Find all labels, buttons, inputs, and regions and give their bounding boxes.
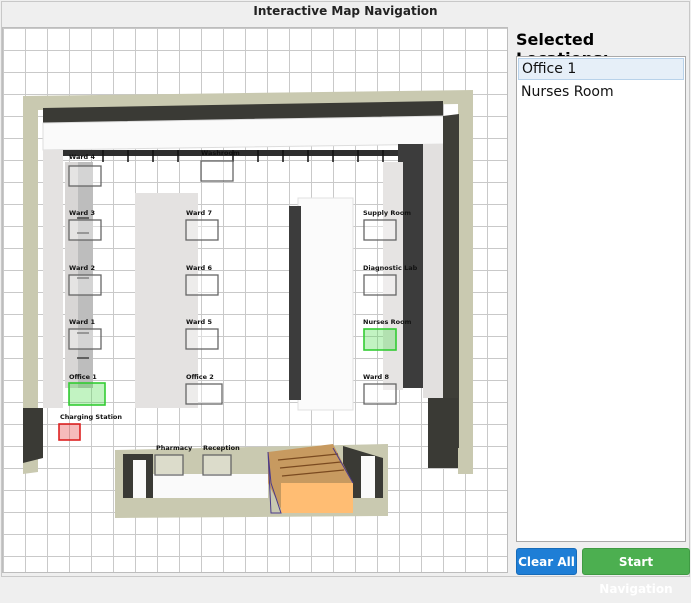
label-supply-room[interactable]: Supply Room [363, 209, 411, 217]
right-wall-dark [443, 114, 459, 448]
list-item[interactable]: Office 1 [518, 58, 684, 80]
label-ward8[interactable]: Ward 8 [363, 373, 389, 381]
left-wall-dark [23, 408, 43, 463]
map-canvas[interactable]: Ward 4 Washroom Ward 3 Ward 7 Supply Roo… [2, 27, 508, 573]
label-reception[interactable]: Reception [203, 444, 240, 452]
room-box-ward4[interactable] [68, 165, 102, 187]
window-title: Interactive Map Navigation [247, 4, 444, 18]
label-charging-station[interactable]: Charging Station [60, 413, 122, 421]
room-box-ward2[interactable] [68, 274, 102, 296]
list-item[interactable]: Nurses Room [517, 81, 685, 103]
label-office1[interactable]: Office 1 [69, 373, 97, 381]
room-box-reception[interactable] [202, 454, 232, 476]
label-ward5[interactable]: Ward 5 [186, 318, 212, 326]
label-ward4[interactable]: Ward 4 [69, 153, 95, 161]
room-box-pharmacy[interactable] [154, 454, 184, 476]
bottom-left-door [133, 460, 146, 498]
label-office2[interactable]: Office 2 [186, 373, 214, 381]
label-ward7[interactable]: Ward 7 [186, 209, 212, 217]
left-corridor [43, 150, 63, 408]
label-ward2[interactable]: Ward 2 [69, 264, 95, 272]
center-right-wall [289, 206, 301, 400]
room-box-washroom[interactable] [200, 160, 234, 182]
label-nurses-room[interactable]: Nurses Room [363, 318, 412, 326]
label-diagnostic-lab[interactable]: Diagnostic Lab [363, 264, 418, 272]
clear-all-button[interactable]: Clear All [516, 548, 577, 575]
center-right-block [297, 197, 354, 411]
right-corridor [423, 144, 443, 398]
label-ward6[interactable]: Ward 6 [186, 264, 212, 272]
stairs-front [281, 483, 353, 513]
room-box-diagnostic-lab[interactable] [363, 274, 397, 296]
selected-locations-list[interactable]: Office 1 Nurses Room [516, 56, 686, 542]
label-ward3[interactable]: Ward 3 [69, 209, 95, 217]
start-navigation-button[interactable]: Start Navigation [582, 548, 690, 596]
room-box-charging-station[interactable] [58, 423, 81, 441]
right-bottom-block [428, 398, 458, 468]
room-box-nurses-room-selected[interactable] [363, 328, 397, 351]
room-box-ward1[interactable] [68, 328, 102, 350]
room-box-supply-room[interactable] [363, 219, 397, 241]
room-box-office2[interactable] [185, 383, 223, 405]
room-box-ward5[interactable] [185, 328, 219, 350]
room-box-ward8[interactable] [363, 383, 397, 405]
floor-plan: Ward 4 Washroom Ward 3 Ward 7 Supply Roo… [23, 90, 473, 518]
label-washroom[interactable]: Washroom [201, 149, 240, 157]
room-box-ward7[interactable] [185, 219, 219, 241]
room-box-office1-selected[interactable] [68, 382, 106, 406]
label-ward1[interactable]: Ward 1 [69, 318, 95, 326]
room-box-ward3[interactable] [68, 219, 102, 241]
room-box-ward6[interactable] [185, 274, 219, 296]
reception-area [153, 474, 268, 498]
bottom-right-door [361, 456, 375, 498]
label-pharmacy[interactable]: Pharmacy [156, 444, 193, 452]
